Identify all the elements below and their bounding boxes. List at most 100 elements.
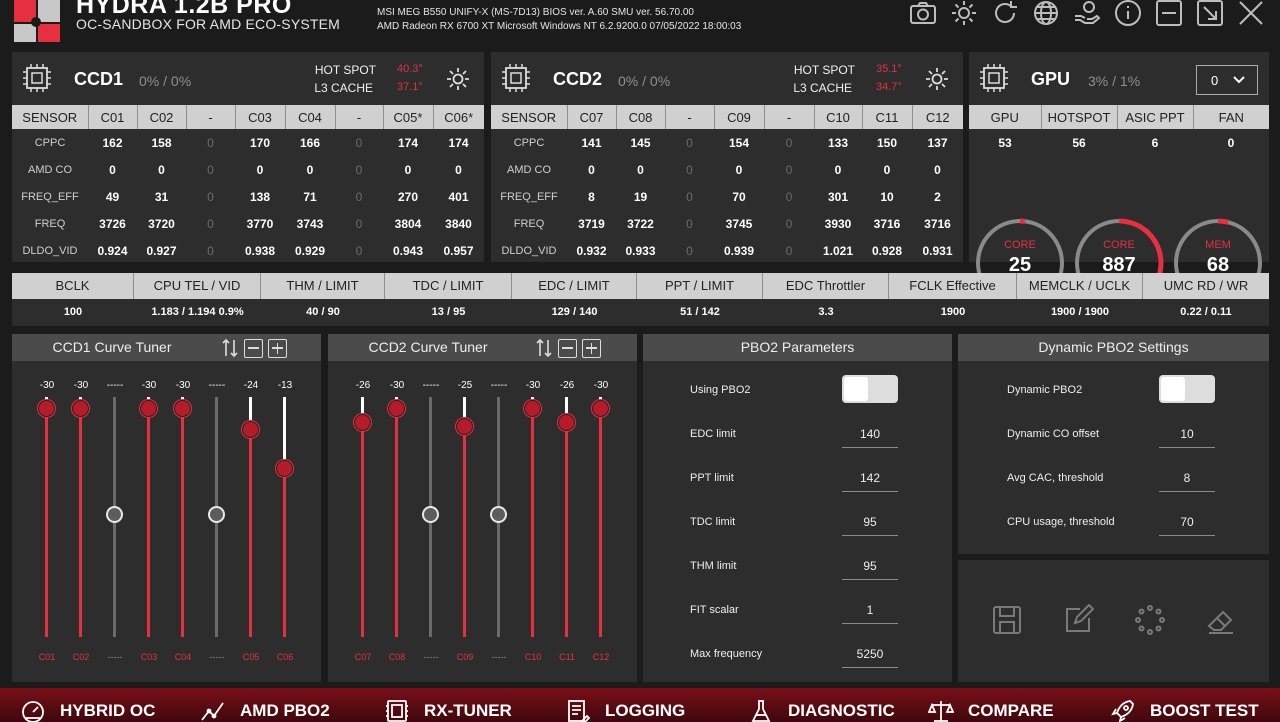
pbo2-field-input[interactable]: 1 xyxy=(842,603,898,617)
slider-knob[interactable] xyxy=(242,421,259,439)
slider-knob[interactable] xyxy=(592,400,609,417)
core-slider[interactable]: -30 C04 xyxy=(166,369,200,665)
slider-knob[interactable] xyxy=(140,400,157,417)
sort-arrows-icon[interactable] xyxy=(221,338,239,358)
slider-knob[interactable] xyxy=(106,506,123,523)
slider-knob[interactable] xyxy=(388,400,405,417)
pbo2-field-input[interactable]: 5250 xyxy=(842,647,898,661)
gpu-usage: 3% / 1% xyxy=(1088,73,1141,89)
ccd2-hotspot-value: 35.1° xyxy=(876,63,902,75)
pbo2-field-label: TDC limit xyxy=(690,516,736,528)
core-slider[interactable]: ----- ----- xyxy=(482,369,516,665)
ccd1-decrement-button[interactable] xyxy=(244,338,263,358)
nav-diagnostic[interactable]: DIAGNOSTIC xyxy=(748,698,895,722)
nav-hybrid-oc[interactable]: HYBRID OC xyxy=(20,698,155,722)
core-slider[interactable]: -30 C01 xyxy=(30,369,64,665)
core-slider[interactable]: -30 C08 xyxy=(380,369,414,665)
save-icon[interactable] xyxy=(991,604,1023,636)
minimize-icon[interactable] xyxy=(1152,0,1186,30)
ccd1-hotspot-value: 40.3° xyxy=(397,63,423,75)
gauge-label: CORE xyxy=(1004,239,1036,251)
core-slider[interactable]: ----- ----- xyxy=(200,369,234,665)
core-slider[interactable]: -30 C03 xyxy=(132,369,166,665)
input-underline xyxy=(1159,491,1215,492)
pbo2-field-input[interactable]: 140 xyxy=(842,427,898,441)
using-pbo2-toggle[interactable] xyxy=(842,375,898,403)
ccd1-l3-value: 37.1° xyxy=(397,81,423,93)
dynamic-field-input[interactable]: 8 xyxy=(1159,471,1215,485)
ccd1-settings-gear-icon[interactable] xyxy=(444,65,472,93)
ccd2-increment-button[interactable] xyxy=(582,338,601,358)
camera-icon[interactable] xyxy=(906,0,940,30)
nav-rx-tuner[interactable]: RX-TUNER xyxy=(384,698,512,722)
dynamic-pbo2-toggle[interactable] xyxy=(1159,375,1215,403)
loading-icon[interactable] xyxy=(1134,604,1166,636)
table-cell: 150 xyxy=(876,135,898,150)
slider-knob[interactable] xyxy=(174,400,191,417)
column-header: FAN xyxy=(1193,105,1269,129)
table-cell: 2 xyxy=(934,189,941,204)
refresh-icon[interactable] xyxy=(988,0,1022,30)
dynamic-field-input[interactable]: 10 xyxy=(1159,427,1215,441)
slider-knob[interactable] xyxy=(72,400,89,417)
column-header: C12 xyxy=(912,105,963,129)
core-slider[interactable]: -30 C10 xyxy=(516,369,550,665)
core-slider[interactable]: -24 C05 xyxy=(234,369,268,665)
ccd2-decrement-button[interactable] xyxy=(558,338,577,358)
info-icon[interactable] xyxy=(1111,0,1145,30)
slider-knob[interactable] xyxy=(208,506,225,523)
table-cell: 174 xyxy=(448,135,469,150)
slider-core-label: C08 xyxy=(388,652,406,662)
core-slider[interactable]: -30 C12 xyxy=(584,369,618,665)
table-cell: 0.957 xyxy=(443,243,474,258)
table-cell: 0.927 xyxy=(146,243,177,258)
nav-logging[interactable]: LOGGING xyxy=(565,698,685,722)
slider-knob[interactable] xyxy=(276,460,293,478)
slider-knob[interactable] xyxy=(456,417,473,435)
column-header: C06* xyxy=(433,105,484,129)
column-header: - xyxy=(665,105,715,129)
pbo2-field-input[interactable]: 142 xyxy=(842,471,898,485)
nav-compare[interactable]: COMPARE xyxy=(928,698,1054,722)
close-icon[interactable] xyxy=(1234,0,1268,30)
ccd1-panel: CCD1 0% / 0% HOT SPOT 40.3° L3 CACHE 37.… xyxy=(12,52,484,262)
eraser-icon[interactable] xyxy=(1205,604,1237,636)
sort-arrows-icon[interactable] xyxy=(535,338,553,358)
trend-icon xyxy=(201,702,224,721)
core-slider[interactable]: -26 C11 xyxy=(550,369,584,665)
pbo2-field-input[interactable]: 95 xyxy=(842,559,898,573)
edit-icon[interactable] xyxy=(1062,603,1095,636)
gear-icon[interactable] xyxy=(947,0,981,30)
nav-boost-test[interactable]: BOOST TEST xyxy=(1110,698,1259,722)
slider-knob[interactable] xyxy=(490,506,507,523)
restore-icon[interactable] xyxy=(1193,0,1227,30)
core-slider[interactable]: ----- ----- xyxy=(414,369,448,665)
slider-knob[interactable] xyxy=(38,400,55,417)
slider-core-label: ----- xyxy=(491,652,507,662)
dynamic-field-input[interactable]: 70 xyxy=(1159,515,1215,529)
pbo2-header: PBO2 Parameters xyxy=(643,334,952,361)
donate-icon[interactable] xyxy=(1070,0,1104,30)
row-label: CPPC xyxy=(513,136,545,149)
pbo2-field-input[interactable]: 95 xyxy=(842,515,898,529)
slider-track-fill xyxy=(361,422,364,637)
ccd1-tuner-title: CCD1 Curve Tuner xyxy=(52,339,172,355)
table-cell: 174 xyxy=(397,135,419,150)
core-slider[interactable]: ----- ----- xyxy=(98,369,132,665)
core-slider[interactable]: -26 C07 xyxy=(346,369,380,665)
core-slider[interactable]: -25 C09 xyxy=(448,369,482,665)
slider-knob[interactable] xyxy=(524,400,541,417)
metric-value: 51 / 142 xyxy=(680,306,720,318)
core-slider[interactable]: -30 C02 xyxy=(64,369,98,665)
gpu-selector-dropdown[interactable]: 0 xyxy=(1196,65,1258,95)
globe-icon[interactable] xyxy=(1029,0,1063,30)
nav-amd-pbo2[interactable]: AMD PBO2 xyxy=(200,698,330,722)
ccd2-settings-gear-icon[interactable] xyxy=(923,65,951,93)
slider-knob[interactable] xyxy=(558,414,575,432)
input-underline xyxy=(842,447,898,448)
core-slider[interactable]: -13 C06 xyxy=(268,369,302,665)
slider-knob[interactable] xyxy=(354,414,371,432)
ccd1-increment-button[interactable] xyxy=(268,338,287,358)
slider-knob[interactable] xyxy=(422,506,439,523)
column-header: C10 xyxy=(814,105,863,129)
